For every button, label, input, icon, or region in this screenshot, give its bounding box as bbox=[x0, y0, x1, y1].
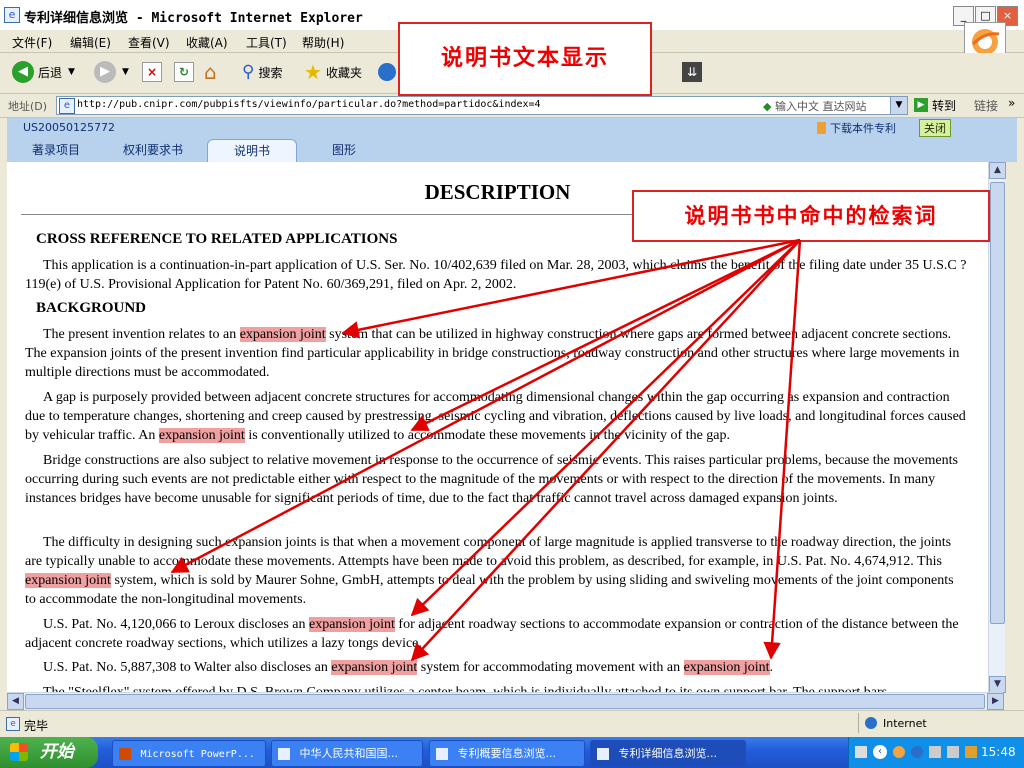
arrow-to-hit-3 bbox=[170, 238, 801, 574]
arrow-to-hit-6 bbox=[763, 239, 802, 660]
arrow-to-hit-5 bbox=[410, 239, 801, 662]
annotation-arrows bbox=[170, 238, 802, 662]
arrow-to-hit-4 bbox=[410, 239, 801, 617]
arrow-to-hit-2 bbox=[410, 238, 801, 432]
arrow-to-hit-1 bbox=[341, 238, 801, 339]
